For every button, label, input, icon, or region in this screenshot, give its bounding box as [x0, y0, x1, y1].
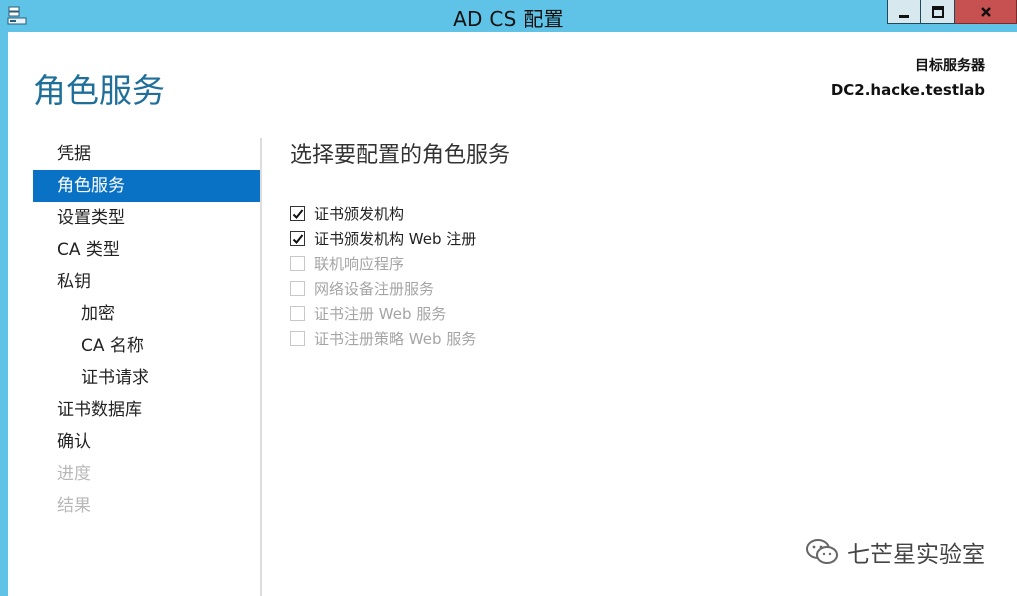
close-button[interactable] — [955, 0, 1017, 24]
nav-item-confirmation[interactable]: 确认 — [33, 426, 260, 458]
role-label: 证书注册 Web 服务 — [314, 305, 447, 323]
role-services-list: 证书颁发机构 证书颁发机构 Web 注册 联机响应程序 网络设备注册服务 证书注… — [290, 201, 476, 351]
role-item-enrollment-policy-web-service: 证书注册策略 Web 服务 — [290, 326, 476, 351]
nav-item-results: 结果 — [57, 496, 91, 516]
watermark: 七芒星实验室 — [805, 535, 985, 569]
close-icon — [980, 6, 991, 17]
maximize-icon — [931, 5, 944, 18]
wizard-nav: 凭据 角色服务 设置类型 CA 类型 私钥 加密 CA 名称 证书请求 证书数据… — [33, 138, 260, 522]
minimize-icon — [899, 14, 909, 18]
nav-item-certificate-request[interactable]: 证书请求 — [33, 362, 260, 394]
minimize-button[interactable] — [887, 0, 921, 24]
nav-item-certificate-database[interactable]: 证书数据库 — [33, 394, 260, 426]
role-label: 联机响应程序 — [314, 255, 405, 273]
role-label: 网络设备注册服务 — [314, 280, 435, 298]
section-title: 选择要配置的角色服务 — [290, 143, 511, 168]
page-title: 角色服务 — [33, 71, 165, 110]
nav-item-progress: 进度 — [57, 464, 91, 484]
watermark-text: 七芒星实验室 — [847, 542, 985, 568]
role-item-enrollment-web-service: 证书注册 Web 服务 — [290, 301, 476, 326]
nav-item-ca-name[interactable]: CA 名称 — [33, 330, 260, 362]
window-controls — [887, 0, 1017, 24]
wechat-icon — [806, 539, 838, 564]
window-title: AD CS 配置 — [453, 7, 564, 31]
role-item-network-device-enrollment: 网络设备注册服务 — [290, 276, 476, 301]
maximize-button[interactable] — [921, 0, 955, 24]
role-item-ca-web-enrollment[interactable]: 证书颁发机构 Web 注册 — [290, 226, 476, 251]
checkbox-checked[interactable] — [290, 231, 305, 246]
nav-divider — [260, 138, 262, 596]
checkbox-unchecked — [290, 281, 305, 296]
role-label: 证书颁发机构 Web 注册 — [314, 230, 477, 248]
target-server-value: DC2.hacke.testlab — [830, 81, 985, 99]
nav-item-role-services[interactable]: 角色服务 — [33, 170, 260, 202]
target-server-label: 目标服务器 — [915, 58, 985, 74]
checkbox-unchecked — [290, 256, 305, 271]
role-item-certification-authority[interactable]: 证书颁发机构 — [290, 201, 476, 226]
checkbox-unchecked — [290, 331, 305, 346]
wizard-client-area: 角色服务 目标服务器 DC2.hacke.testlab 凭据 角色服务 设置类… — [8, 32, 1017, 596]
checkbox-unchecked — [290, 306, 305, 321]
checkmark-icon — [292, 234, 304, 244]
nav-item-cryptography[interactable]: 加密 — [33, 298, 260, 330]
role-item-online-responder: 联机响应程序 — [290, 251, 476, 276]
nav-item-credentials[interactable]: 凭据 — [33, 138, 260, 170]
nav-item-ca-type[interactable]: CA 类型 — [33, 234, 260, 266]
checkbox-checked[interactable] — [290, 206, 305, 221]
role-label: 证书颁发机构 — [314, 205, 405, 223]
window-frame: AD CS 配置 角色服务 目标服务器 DC2.hacke.testlab 凭据… — [0, 0, 1017, 596]
checkmark-icon — [292, 209, 304, 219]
nav-item-setup-type[interactable]: 设置类型 — [33, 202, 260, 234]
role-label: 证书注册策略 Web 服务 — [314, 330, 477, 348]
nav-item-private-key[interactable]: 私钥 — [33, 266, 260, 298]
title-bar[interactable]: AD CS 配置 — [0, 0, 1017, 32]
